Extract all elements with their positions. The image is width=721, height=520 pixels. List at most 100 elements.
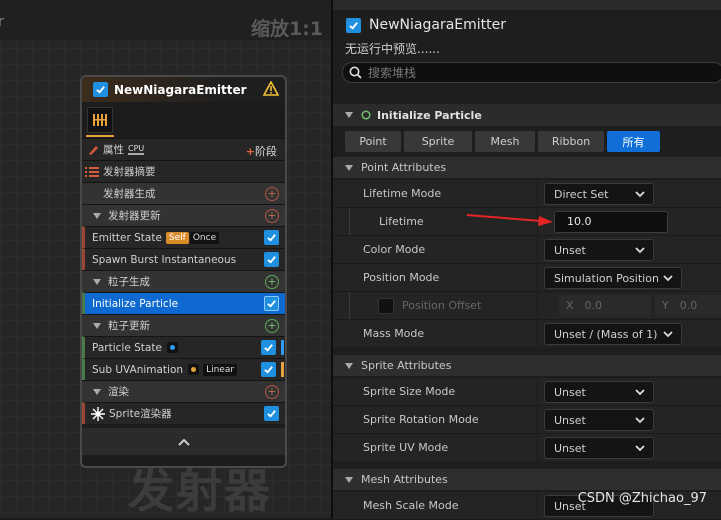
- module-label: Emitter State: [92, 231, 162, 244]
- linear-tag: Linear: [203, 363, 238, 376]
- add-stage-label: 阶段: [255, 145, 277, 158]
- collapse-triangle-icon[interactable]: [93, 388, 101, 395]
- add-module-icon[interactable]: +: [265, 187, 279, 201]
- module-enable-checkbox[interactable]: [264, 230, 279, 245]
- emitter-name: NewNiagaraEmitter: [369, 17, 506, 33]
- emitter-enable-checkbox[interactable]: [346, 17, 361, 33]
- module-status-icon: [361, 110, 371, 120]
- collapse-triangle-icon[interactable]: [345, 164, 353, 171]
- tab-mesh[interactable]: Mesh: [475, 131, 535, 152]
- module-initialize-particle[interactable]: Initialize Particle: [82, 292, 285, 314]
- status-strip: [281, 340, 284, 355]
- chevron-down-icon: [635, 247, 645, 254]
- dropdown-value: Simulation Position: [554, 271, 659, 285]
- add-module-icon[interactable]: +: [265, 319, 279, 333]
- render-row[interactable]: 渲染 +: [82, 380, 285, 402]
- column-divider: [537, 320, 538, 348]
- module-spawn-burst[interactable]: Spawn Burst Instantaneous: [82, 248, 285, 270]
- sprite-rotation-mode-dropdown[interactable]: Unset: [544, 409, 654, 431]
- add-renderer-icon[interactable]: +: [265, 385, 279, 399]
- dropdown-value: Unset: [554, 385, 586, 399]
- category-label: Point Attributes: [361, 161, 447, 174]
- sprite-renderer-row[interactable]: Sprite渲染器: [82, 402, 285, 424]
- prop-lifetime: Lifetime 10.0: [333, 207, 721, 236]
- color-mode-dropdown[interactable]: Unset: [544, 239, 654, 261]
- chevron-down-icon: [635, 191, 645, 198]
- dot-icon: [188, 364, 200, 375]
- module-enable-checkbox[interactable]: [264, 252, 279, 267]
- offset-x-input[interactable]: X 0.0: [559, 295, 651, 317]
- sprite-size-mode-dropdown[interactable]: Unset: [544, 381, 654, 403]
- module-particle-state[interactable]: Particle State: [82, 336, 285, 358]
- module-enable-checkbox[interactable]: [261, 340, 276, 355]
- emitter-thumbnail-icon[interactable]: [87, 107, 113, 133]
- point-attributes-category[interactable]: Point Attributes: [333, 157, 721, 178]
- module-label: Spawn Burst Instantaneous: [92, 253, 237, 266]
- particle-update-label: 粒子更新: [108, 320, 150, 332]
- position-mode-dropdown[interactable]: Simulation Position: [544, 267, 682, 289]
- stack-search-input[interactable]: 搜索堆栈: [342, 62, 721, 83]
- dropdown-value: Unset: [554, 243, 586, 257]
- add-module-icon[interactable]: +: [265, 275, 279, 289]
- properties-row[interactable]: 属性 CPU +阶段: [82, 138, 285, 160]
- prop-label: Sprite UV Mode: [363, 441, 449, 454]
- render-label: 渲染: [108, 386, 129, 398]
- position-offset-checkbox[interactable]: [378, 298, 394, 314]
- column-divider: [537, 264, 538, 292]
- column-divider: [537, 492, 538, 520]
- module-label: Particle State: [92, 341, 162, 354]
- particle-spawn-row[interactable]: 粒子生成 +: [82, 270, 285, 292]
- emitter-summary-row[interactable]: 发射器摘要: [82, 160, 285, 182]
- collapse-triangle-icon[interactable]: [93, 278, 101, 285]
- graph-canvas[interactable]: r 缩放1:1 发射器 NewNiagaraEmitter 属性 CPU +阶段…: [0, 0, 331, 518]
- chevron-down-icon: [663, 275, 673, 282]
- sprite-attributes-category[interactable]: Sprite Attributes: [333, 355, 721, 376]
- zoom-label: 缩放1:1: [250, 18, 323, 40]
- emitter-update-row[interactable]: 发射器更新 +: [82, 204, 285, 226]
- dropdown-value: Unset / (Mass of 1): [554, 327, 658, 341]
- tab-point[interactable]: Point: [345, 131, 401, 152]
- node-header[interactable]: NewNiagaraEmitter: [82, 77, 285, 102]
- initialize-particle-title: Initialize Particle: [377, 108, 482, 122]
- node-enable-checkbox[interactable]: [93, 82, 108, 97]
- prop-label: Sprite Size Mode: [363, 385, 456, 398]
- collapse-triangle-icon[interactable]: [345, 476, 353, 483]
- add-module-icon[interactable]: +: [265, 209, 279, 223]
- particle-update-row[interactable]: 粒子更新 +: [82, 314, 285, 336]
- column-divider: [537, 434, 538, 462]
- initialize-particle-header[interactable]: Initialize Particle: [333, 104, 721, 126]
- offset-y-input[interactable]: Y 0.0: [655, 295, 721, 317]
- prop-sprite-rotation-mode: Sprite Rotation Mode Unset: [333, 405, 721, 434]
- module-enable-checkbox[interactable]: [264, 296, 279, 311]
- collapse-triangle-icon[interactable]: [345, 362, 353, 369]
- module-sub-uv-animation[interactable]: Sub UVAnimation Linear: [82, 358, 285, 380]
- lifetime-input[interactable]: 10.0: [554, 211, 668, 233]
- collapse-triangle-icon[interactable]: [345, 112, 353, 118]
- renderer-enable-checkbox[interactable]: [264, 406, 279, 421]
- mass-mode-dropdown[interactable]: Unset / (Mass of 1): [544, 323, 682, 345]
- search-icon: [349, 66, 362, 79]
- collapse-triangle-icon[interactable]: [93, 322, 101, 329]
- add-stage-button[interactable]: +阶段: [246, 143, 277, 159]
- tab-ribbon[interactable]: Ribbon: [538, 131, 604, 152]
- emitter-node[interactable]: NewNiagaraEmitter 属性 CPU +阶段 发射器摘要 发射器生成…: [80, 75, 287, 468]
- brush-icon: [89, 145, 98, 155]
- collapse-triangle-icon[interactable]: [93, 212, 101, 219]
- tab-all[interactable]: 所有: [607, 131, 660, 152]
- details-panel: NewNiagaraEmitter 无运行中预览...... 搜索堆栈 Init…: [331, 0, 721, 520]
- mesh-attributes-category[interactable]: Mesh Attributes: [333, 469, 721, 490]
- axis-y-label: Y: [662, 299, 669, 312]
- prop-lifetime-mode: Lifetime Mode Direct Set: [333, 179, 721, 208]
- tab-sprite[interactable]: Sprite: [404, 131, 472, 152]
- column-divider: [537, 180, 538, 208]
- chevron-up-icon: [177, 438, 190, 446]
- prop-mass-mode: Mass Mode Unset / (Mass of 1): [333, 319, 721, 348]
- prop-label: Lifetime: [379, 215, 424, 228]
- warning-icon[interactable]: [262, 80, 280, 99]
- collapse-node-button[interactable]: [82, 428, 285, 455]
- module-emitter-state[interactable]: Emitter State Self Once: [82, 226, 285, 248]
- sprite-uv-mode-dropdown[interactable]: Unset: [544, 437, 654, 459]
- emitter-spawn-row[interactable]: 发射器生成 +: [82, 182, 285, 204]
- lifetime-mode-dropdown[interactable]: Direct Set: [544, 183, 654, 205]
- module-enable-checkbox[interactable]: [261, 362, 276, 377]
